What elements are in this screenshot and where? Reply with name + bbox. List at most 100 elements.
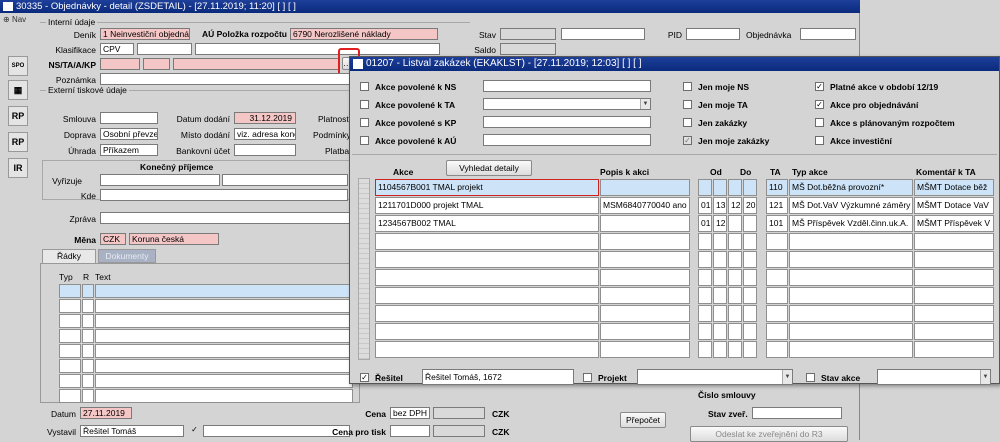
tab-radky[interactable]: Řádky [42, 249, 96, 263]
table-cell[interactable] [59, 344, 81, 358]
table-cell-do2[interactable] [743, 305, 757, 322]
mena-name-field[interactable]: Koruna česká [129, 233, 219, 245]
chevron-down-icon[interactable]: ▼ [640, 99, 650, 109]
mena-code-field[interactable]: CZK [100, 233, 126, 245]
stav-zver-field[interactable] [752, 407, 842, 419]
table-cell-kom[interactable]: MŠMT Dotace VaV [914, 197, 994, 214]
akce-au-checkbox[interactable] [360, 136, 369, 145]
projekt-checkbox[interactable] [583, 373, 592, 382]
table-cell-od2[interactable] [713, 251, 727, 268]
table-cell-ta[interactable] [766, 269, 788, 286]
table-cell-do2[interactable] [743, 323, 757, 340]
datum-dodani-field[interactable]: 31.12.2019 [234, 112, 296, 124]
kde-field[interactable] [100, 189, 348, 201]
projekt-select[interactable]: ▼ [637, 369, 793, 385]
pid-field[interactable] [686, 28, 740, 40]
table-cell-do1[interactable] [728, 341, 742, 358]
akce-objednavani-checkbox[interactable]: ✓ [815, 100, 824, 109]
table-cell[interactable] [59, 389, 81, 403]
table-cell[interactable] [59, 374, 81, 388]
table-cell-typ[interactable] [789, 251, 913, 268]
table-cell-od2[interactable]: 12 [713, 215, 727, 232]
table-cell-od2[interactable] [713, 341, 727, 358]
table-cell-ta[interactable] [766, 323, 788, 340]
rp-tool-button-2[interactable]: RP [8, 132, 28, 152]
table-cell-od2[interactable]: 13 [713, 197, 727, 214]
table-cell-ta[interactable]: 101 [766, 215, 788, 232]
table-cell-akce[interactable]: 1211701D000 projekt TMAL [375, 197, 599, 214]
ns-field[interactable] [100, 58, 140, 70]
table-cell-popis[interactable] [600, 179, 690, 196]
table-cell-kom[interactable] [914, 233, 994, 250]
table-cell-do1[interactable] [728, 323, 742, 340]
table-cell-typ[interactable] [789, 287, 913, 304]
table-cell-do1[interactable] [728, 251, 742, 268]
table-cell-popis[interactable]: MSM6840770040 ano [600, 197, 690, 214]
table-cell-kom[interactable] [914, 251, 994, 268]
table-cell[interactable] [59, 299, 81, 313]
table-cell-do1[interactable] [728, 269, 742, 286]
akce-field[interactable] [173, 58, 340, 70]
table-cell[interactable] [82, 359, 94, 373]
table-cell-ta[interactable] [766, 233, 788, 250]
platne-akce-checkbox[interactable]: ✓ [815, 82, 824, 91]
bankovni-field[interactable] [234, 144, 296, 156]
jen-ns-checkbox[interactable] [683, 82, 692, 91]
table-cell[interactable] [82, 329, 94, 343]
table-cell-akce[interactable] [375, 269, 599, 286]
chevron-down-icon[interactable]: ▼ [782, 370, 792, 384]
table-cell[interactable] [82, 284, 94, 298]
stav-field-2[interactable] [561, 28, 645, 40]
table-cell-typ[interactable] [789, 323, 913, 340]
vyhledat-button[interactable]: Vyhledat detaily [446, 160, 532, 176]
stav-akce-checkbox[interactable] [806, 373, 815, 382]
table-cell-ta[interactable] [766, 251, 788, 268]
table-cell-od1[interactable]: 01 [698, 197, 712, 214]
table-cell-kom[interactable] [914, 341, 994, 358]
table-cell-popis[interactable] [600, 341, 690, 358]
table-cell-typ[interactable] [789, 305, 913, 322]
klasifikace-desc[interactable] [195, 43, 440, 55]
table-cell-do2[interactable] [743, 215, 757, 232]
table-cell-popis[interactable] [600, 287, 690, 304]
resitel-checkbox[interactable]: ✓ [360, 373, 369, 382]
table-cell-ta[interactable]: 110 [766, 179, 788, 196]
akce-investicni-checkbox[interactable] [815, 136, 824, 145]
tab-dokumenty[interactable]: Dokumenty [98, 249, 156, 263]
table-cell-popis[interactable] [600, 233, 690, 250]
table-cell[interactable] [95, 284, 353, 298]
doprava-field[interactable]: Osobní převzetí [100, 128, 158, 140]
table-cell-do2[interactable] [743, 233, 757, 250]
cena-pro-tisk-field[interactable] [390, 425, 430, 437]
table-cell-akce[interactable] [375, 341, 599, 358]
datum-field[interactable]: 27.11.2019 [80, 407, 132, 419]
akce-au-field[interactable] [483, 134, 651, 146]
au-field[interactable]: 6790 Nerozlišené náklady [290, 28, 438, 40]
table-cell-kom[interactable]: MŠMT Příspěvek V [914, 215, 994, 232]
table-cell-akce[interactable] [375, 305, 599, 322]
vystavil-desc[interactable] [203, 425, 350, 437]
stav-akce-select[interactable]: ▼ [877, 369, 991, 385]
table-cell[interactable] [59, 359, 81, 373]
table-cell-akce[interactable] [375, 323, 599, 340]
rp-tool-button[interactable]: RP [8, 106, 28, 126]
ta-field[interactable] [143, 58, 170, 70]
table-cell[interactable] [82, 344, 94, 358]
table-cell-od1[interactable] [698, 341, 712, 358]
klasifikace-field[interactable]: CPV [100, 43, 134, 55]
table-cell-od1[interactable] [698, 269, 712, 286]
table-cell-akce[interactable]: 1234567B002 TMAL [375, 215, 599, 232]
akce-ta-checkbox[interactable] [360, 100, 369, 109]
table-cell-do2[interactable] [743, 287, 757, 304]
table-cell-od1[interactable] [698, 251, 712, 268]
smlouva-field[interactable] [100, 112, 158, 124]
jen-moje-zakazky-checkbox[interactable]: ✓ [683, 136, 692, 145]
chevron-down-icon[interactable]: ▼ [980, 370, 990, 384]
table-cell-kom[interactable] [914, 269, 994, 286]
table-cell-od2[interactable] [713, 269, 727, 286]
prepocet-button[interactable]: Přepočet [620, 412, 666, 428]
table-cell-typ[interactable] [789, 269, 913, 286]
table-cell-akce[interactable] [375, 251, 599, 268]
table-cell[interactable] [95, 314, 353, 328]
table-cell-do1[interactable] [728, 305, 742, 322]
